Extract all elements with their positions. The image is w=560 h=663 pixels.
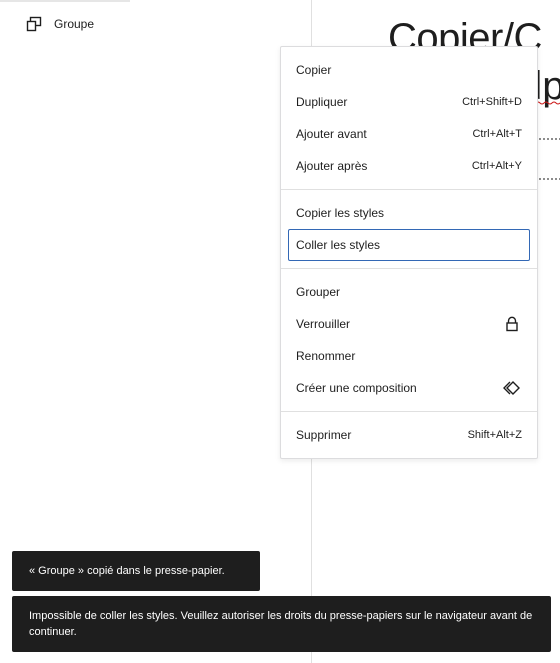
menu-item-delete[interactable]: Supprimer Shift+Alt+Z [288,419,530,451]
list-view-item-label: Groupe [54,17,95,31]
menu-item-lock[interactable]: Verrouiller [288,308,530,340]
snackbar-copied-notice[interactable]: « Groupe » copié dans le presse-papier. [12,551,260,591]
menu-group-edit: Copier Dupliquer Ctrl+Shift+D Ajouter av… [281,54,537,182]
menu-item-insert-before[interactable]: Ajouter avant Ctrl+Alt+T [288,118,530,150]
menu-item-rename[interactable]: Renommer [288,340,530,372]
snackbar-error-notice[interactable]: Impossible de coller les styles. Veuille… [12,596,551,652]
group-icon [24,14,44,34]
list-view-item-group[interactable]: Groupe [24,14,94,34]
menu-divider [281,189,537,190]
pattern-symbol-icon [502,378,522,398]
menu-group-tools: Grouper Verrouiller Renommer Créer une c… [281,276,537,404]
menu-item-copy-styles[interactable]: Copier les styles [288,197,530,229]
menu-item-insert-after[interactable]: Ajouter après Ctrl+Alt+Y [288,150,530,182]
menu-divider [281,268,537,269]
snackbar-text: Impossible de coller les styles. Veuille… [29,610,533,638]
shortcut-label: Ctrl+Alt+T [472,128,522,140]
shortcut-label: Shift+Alt+Z [467,429,522,441]
menu-item-duplicate[interactable]: Dupliquer Ctrl+Shift+D [288,86,530,118]
menu-item-paste-styles[interactable]: Coller les styles [288,229,530,261]
lock-icon [502,314,522,334]
shortcut-label: Ctrl+Alt+Y [471,160,522,172]
menu-divider [281,411,537,412]
menu-group-styles: Copier les styles Coller les styles [281,197,537,261]
menu-item-group[interactable]: Grouper [288,276,530,308]
sidebar-tab-indicator [0,0,130,2]
menu-group-delete: Supprimer Shift+Alt+Z [281,419,537,451]
shortcut-label: Ctrl+Shift+D [462,96,522,108]
snackbar-text: « Groupe » copié dans le presse-papier. [29,565,225,577]
menu-item-create-pattern[interactable]: Créer une composition [288,372,530,404]
menu-item-copy[interactable]: Copier [288,54,530,86]
block-options-menu: Copier Dupliquer Ctrl+Shift+D Ajouter av… [280,46,538,459]
